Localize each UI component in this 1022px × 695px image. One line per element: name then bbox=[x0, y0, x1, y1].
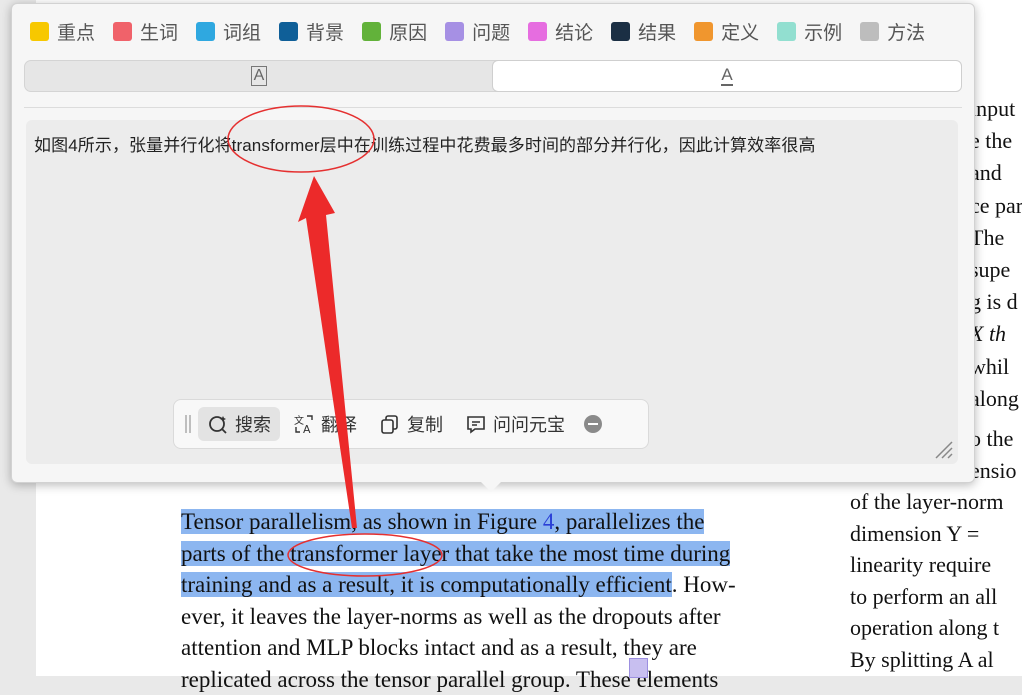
tag-item[interactable]: 结论 bbox=[528, 18, 593, 45]
doc-text-line: attention and MLP blocks intact and as a… bbox=[181, 632, 803, 664]
tag-swatch bbox=[196, 22, 215, 41]
search-label: 搜索 bbox=[235, 411, 271, 437]
tag-item[interactable]: 原因 bbox=[362, 18, 427, 45]
action-toolbar: 搜索 文 A 翻译 复制 问问元宝 bbox=[173, 399, 649, 449]
doc-text-line: and bbox=[970, 157, 1022, 189]
doc-text-line: supe bbox=[970, 254, 1022, 286]
doc-text-line: X th bbox=[970, 318, 1022, 350]
document-right-column-top: input e the and ce par The supe g is d X… bbox=[970, 93, 1022, 415]
document-left-column[interactable]: Tensor parallelism, as shown in Figure 4… bbox=[181, 506, 803, 695]
selected-text[interactable]: parts of the transformer layer that take… bbox=[181, 541, 730, 566]
tag-item[interactable]: 定义 bbox=[694, 18, 759, 45]
doc-text: . How- bbox=[672, 572, 736, 597]
svg-text:A: A bbox=[303, 423, 311, 435]
tag-swatch bbox=[113, 22, 132, 41]
tag-label: 原因 bbox=[389, 18, 427, 45]
doc-text-line: linearity require bbox=[850, 549, 1022, 581]
tag-label: 方法 bbox=[887, 18, 925, 45]
tag-label: 结果 bbox=[638, 18, 676, 45]
doc-text-line: to perform an all bbox=[850, 581, 1022, 613]
ask-yuanbao-label: 问问元宝 bbox=[493, 411, 565, 437]
doc-text-line: of the layer-norm bbox=[850, 486, 1022, 518]
chat-icon bbox=[465, 413, 487, 435]
tag-swatch bbox=[362, 22, 381, 41]
selected-text[interactable]: , parallelizes the bbox=[554, 509, 704, 534]
doc-text-line: whil bbox=[970, 351, 1022, 383]
translate-button[interactable]: 文 A 翻译 bbox=[284, 407, 366, 441]
copy-label: 复制 bbox=[407, 411, 443, 437]
text-box-icon: A bbox=[251, 66, 268, 86]
resize-grip-icon[interactable] bbox=[932, 438, 954, 460]
search-button[interactable]: 搜索 bbox=[198, 407, 280, 441]
tag-label: 结论 bbox=[555, 18, 593, 45]
segment-boxed-text[interactable]: A bbox=[25, 61, 493, 91]
doc-text-line: By splitting A al bbox=[850, 644, 1022, 676]
ask-yuanbao-button[interactable]: 问问元宝 bbox=[456, 407, 574, 441]
tag-label: 生词 bbox=[140, 18, 178, 45]
tag-item[interactable]: 生词 bbox=[113, 18, 178, 45]
figure-link[interactable]: 4 bbox=[543, 509, 555, 534]
tag-swatch bbox=[30, 22, 49, 41]
tag-swatch bbox=[279, 22, 298, 41]
tag-label: 示例 bbox=[804, 18, 842, 45]
tag-bar: 重点 生词 词组 背景 原因 问题 结论 结果 定义 示例 方法 bbox=[30, 18, 925, 45]
doc-text-line: replicated across the tensor parallel gr… bbox=[181, 664, 803, 695]
doc-text-line: dimension Y = bbox=[850, 518, 1022, 550]
selected-text[interactable]: training and as a result, it is computat… bbox=[181, 572, 672, 597]
tag-item[interactable]: 问题 bbox=[445, 18, 510, 45]
copy-icon bbox=[379, 413, 401, 435]
ai-search-icon bbox=[207, 413, 229, 435]
segment-underlined-text[interactable]: A bbox=[492, 60, 962, 92]
doc-text-line: e the bbox=[970, 125, 1022, 157]
tag-swatch bbox=[611, 22, 630, 41]
tag-swatch bbox=[445, 22, 464, 41]
translate-icon: 文 A bbox=[293, 413, 315, 435]
tag-label: 问题 bbox=[472, 18, 510, 45]
doc-text-line: g is d bbox=[970, 286, 1022, 318]
translation-popup: 重点 生词 词组 背景 原因 问题 结论 结果 定义 示例 方法 A A 如图4… bbox=[11, 3, 975, 483]
tag-label: 定义 bbox=[721, 18, 759, 45]
popup-caret bbox=[480, 481, 502, 492]
tag-item[interactable]: 重点 bbox=[30, 18, 95, 45]
tag-item[interactable]: 背景 bbox=[279, 18, 344, 45]
text-underline-icon: A bbox=[721, 66, 732, 86]
tag-swatch bbox=[860, 22, 879, 41]
drag-handle-icon[interactable] bbox=[178, 413, 198, 435]
translate-label: 翻译 bbox=[321, 411, 357, 437]
doc-text-line: The bbox=[970, 222, 1022, 254]
doc-text-line: input bbox=[970, 93, 1022, 125]
tag-swatch bbox=[694, 22, 713, 41]
doc-text-line: along bbox=[970, 383, 1022, 415]
tag-item[interactable]: 方法 bbox=[860, 18, 925, 45]
selected-text[interactable]: Tensor parallelism, as shown in Figure bbox=[181, 509, 543, 534]
doc-text-line: ever, it leaves the layer-norms as well … bbox=[181, 601, 803, 633]
display-mode-toggle: A A bbox=[24, 60, 962, 92]
tag-label: 背景 bbox=[306, 18, 344, 45]
translation-text[interactable]: 如图4所示，张量并行化将transformer层中在训练过程中花费最多时间的部分… bbox=[34, 131, 816, 156]
doc-text-line: ce par bbox=[970, 190, 1022, 222]
tag-swatch bbox=[777, 22, 796, 41]
collapse-icon[interactable] bbox=[584, 415, 602, 433]
copy-button[interactable]: 复制 bbox=[370, 407, 452, 441]
divider bbox=[24, 107, 962, 108]
tag-label: 重点 bbox=[57, 18, 95, 45]
tag-item[interactable]: 示例 bbox=[777, 18, 842, 45]
tag-item[interactable]: 词组 bbox=[196, 18, 261, 45]
tag-item[interactable]: 结果 bbox=[611, 18, 676, 45]
comment-marker[interactable] bbox=[629, 658, 648, 678]
doc-text-line: operation along t bbox=[850, 612, 1022, 644]
tag-swatch bbox=[528, 22, 547, 41]
tag-label: 词组 bbox=[223, 18, 261, 45]
